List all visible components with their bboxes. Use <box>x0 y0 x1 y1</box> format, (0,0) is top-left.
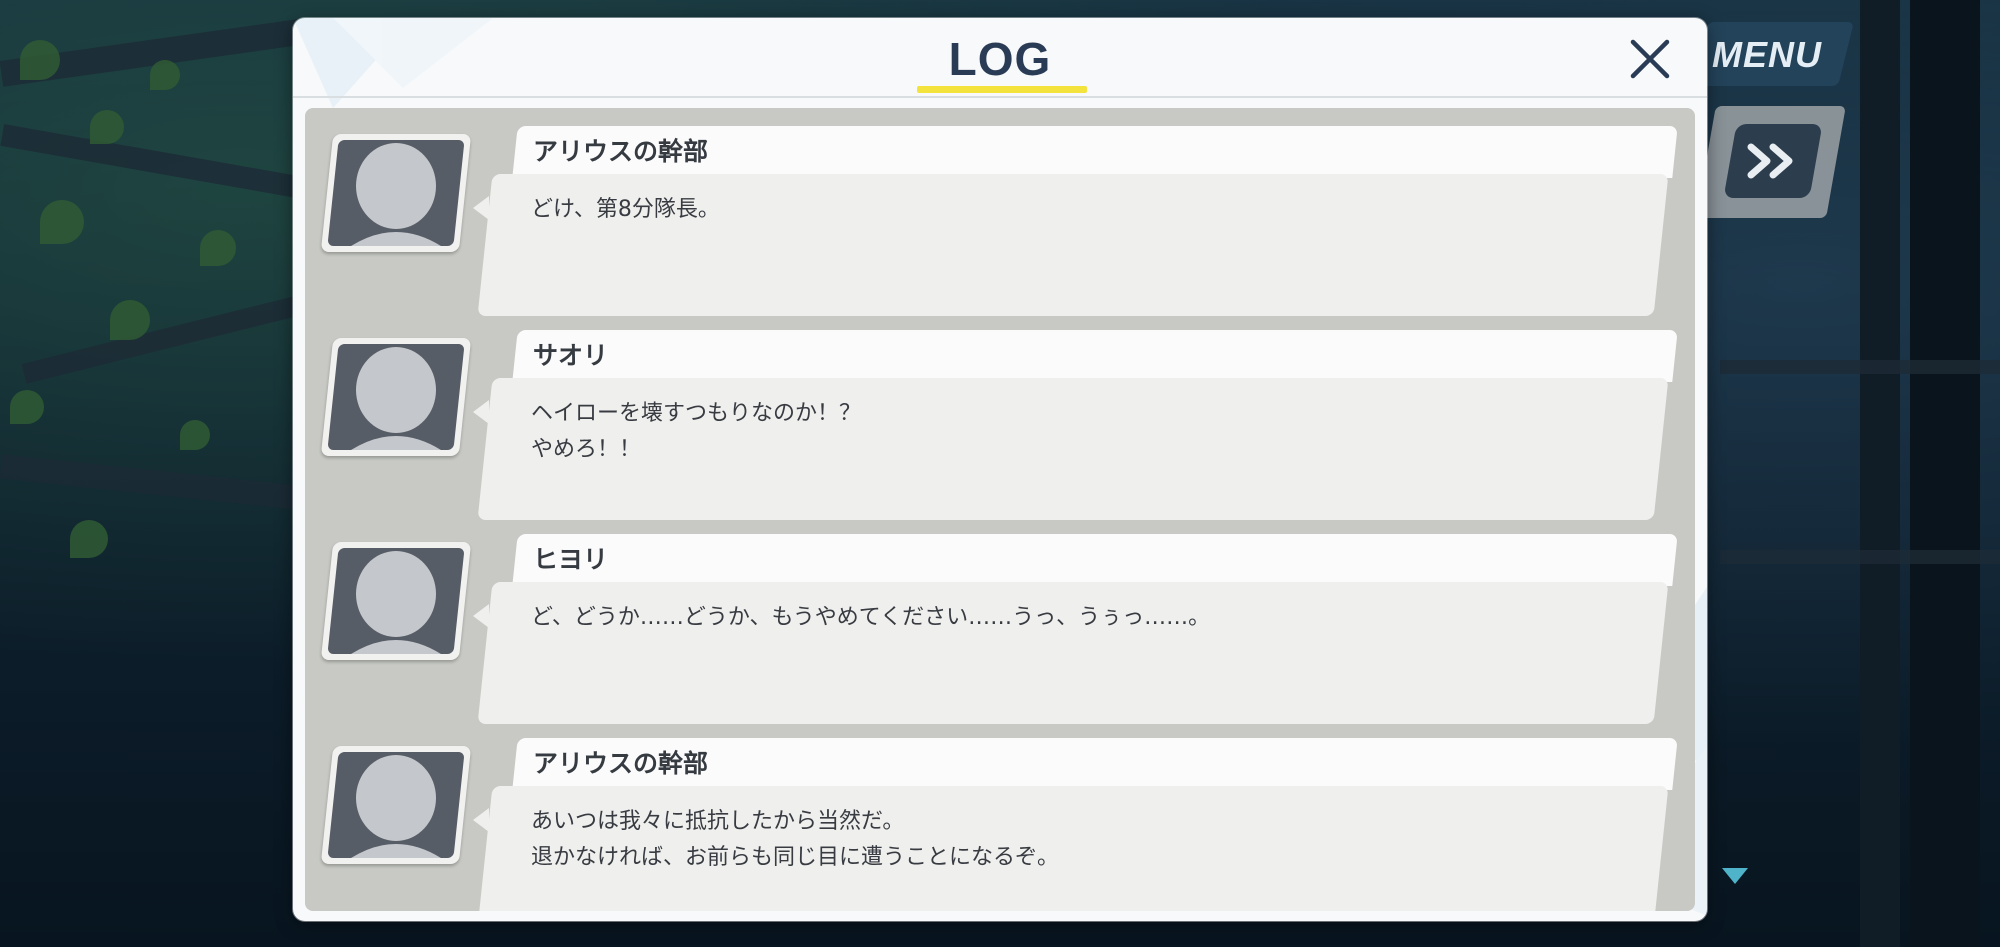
silhouette-icon <box>351 551 441 654</box>
silhouette-icon <box>351 347 441 450</box>
message-text: あいつは我々に抵抗したから当然だ。 退かなければ、お前らも同じ目に遭うことになる… <box>531 809 1060 870</box>
bubble-tail <box>473 400 489 424</box>
speaker-name: サオリ <box>533 341 609 370</box>
message-text: どけ、第8分隊長。 <box>531 197 720 222</box>
bubble-tail <box>473 808 489 832</box>
bubble-tail <box>473 604 489 628</box>
dialog-header: LOG <box>293 18 1707 98</box>
message-text: ヘイローを壊すつもりなのか！？ やめろ！！ <box>531 401 862 462</box>
title-underline <box>917 86 1087 93</box>
scroll-down-indicator <box>1722 868 1748 890</box>
silhouette-icon <box>351 755 441 858</box>
log-entry: アリウスの幹部 あいつは我々に抵抗したから当然だ。 退かなければ、お前らも同じ目… <box>305 738 1695 911</box>
bubble-tail <box>473 196 489 220</box>
dialog-title: LOG <box>948 33 1052 85</box>
menu-label[interactable]: MENU <box>1712 30 1852 80</box>
double-chevron-right-icon <box>1747 143 1793 179</box>
message-text: ど、どうか……どうか、もうやめてください……うっ、うぅっ……。 <box>531 605 1211 630</box>
speaker-name: アリウスの幹部 <box>533 137 709 166</box>
log-dialog: LOG アリウスの幹部 どけ、第8分隊長。 サオリ ヘイローを壊すつもりなのか！… <box>293 18 1707 921</box>
log-list[interactable]: アリウスの幹部 どけ、第8分隊長。 サオリ ヘイローを壊すつもりなのか！？ やめ… <box>305 108 1695 911</box>
close-icon <box>1630 39 1670 79</box>
avatar <box>327 752 465 858</box>
log-entry: ヒヨリ ど、どうか……どうか、もうやめてください……うっ、うぅっ……。 <box>305 534 1695 734</box>
log-entry: サオリ ヘイローを壊すつもりなのか！？ やめろ！！ <box>305 330 1695 530</box>
fast-forward-button[interactable] <box>1723 124 1823 198</box>
log-entry: アリウスの幹部 どけ、第8分隊長。 <box>305 126 1695 326</box>
avatar <box>327 548 465 654</box>
speaker-name: ヒヨリ <box>533 545 609 574</box>
speaker-name: アリウスの幹部 <box>533 749 709 778</box>
close-button[interactable] <box>1623 32 1677 86</box>
silhouette-icon <box>351 143 441 246</box>
triangle-down-icon <box>1722 868 1748 884</box>
avatar <box>327 140 465 246</box>
speaker-tab <box>512 534 1678 586</box>
speaker-tab <box>512 330 1678 382</box>
avatar <box>327 344 465 450</box>
